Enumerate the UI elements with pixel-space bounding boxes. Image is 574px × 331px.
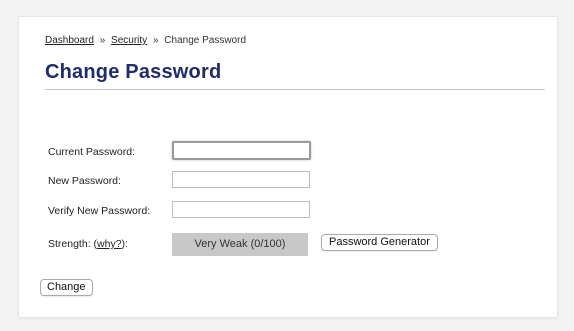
breadcrumb: Dashboard » Security » Change Password [45, 35, 246, 46]
new-password-field[interactable] [172, 171, 310, 188]
strength-label-prefix: Strength: ( [48, 238, 98, 250]
strength-label-suffix: ): [121, 238, 128, 250]
strength-why-link[interactable]: why? [97, 238, 122, 250]
breadcrumb-link-security[interactable]: Security [111, 35, 147, 46]
title-divider [45, 89, 545, 90]
password-strength-meter: Very Weak (0/100) [172, 233, 308, 256]
verify-password-field[interactable] [172, 201, 310, 218]
verify-password-label: Verify New Password: [48, 205, 151, 217]
breadcrumb-current: Change Password [164, 35, 247, 46]
page-title: Change Password [45, 61, 222, 83]
new-password-label: New Password: [48, 175, 121, 187]
breadcrumb-separator: » [152, 35, 159, 46]
current-password-field[interactable] [172, 141, 311, 160]
current-password-label: Current Password: [48, 146, 135, 158]
change-password-panel: Dashboard » Security » Change Password C… [18, 16, 558, 318]
breadcrumb-separator: » [99, 35, 106, 46]
strength-label: Strength: (why?): [48, 238, 128, 250]
change-button[interactable]: Change [40, 279, 93, 296]
password-generator-button[interactable]: Password Generator [321, 234, 438, 251]
breadcrumb-link-dashboard[interactable]: Dashboard [45, 35, 94, 46]
